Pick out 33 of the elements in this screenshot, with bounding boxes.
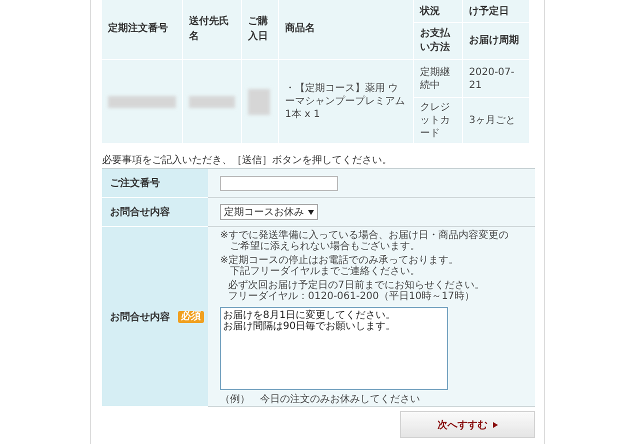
dropdown-arrow-icon [308, 210, 314, 214]
column-header: け予定日 [463, 0, 529, 22]
note-text: ご希望に添えられない場合もございます。 [229, 241, 420, 252]
field-label: お問合せ内容 [110, 310, 170, 324]
note-text: ※すでに発送準備に入っている場合、お届け日・商品内容変更の [220, 230, 508, 241]
column-header: 送付先氏名 [183, 0, 241, 59]
table-cell: ・【定期コース】薬用 ウーマシャンプープレミアム1本 x 1 [279, 60, 413, 143]
instruction-text: 必要事項をご記入いただき、［送信］ボタンを押してください。 [102, 155, 393, 168]
example-text: （例） 今日の注文のみお休みしてください [220, 392, 421, 406]
column-header: 状況 [414, 0, 462, 22]
table-cell: クレジットカード [414, 98, 462, 143]
column-header: 定期注文番号 [102, 0, 182, 59]
text-area[interactable]: お届けを8月1日に変更してください。 お届け間隔は90日毎でお願いします。 [220, 307, 448, 390]
column-header: 商品名 [279, 0, 413, 59]
note-text: 必ず次回お届け予定日の7日前までにお知らせください。 [227, 280, 484, 291]
column-header: お支払い方法 [414, 23, 462, 59]
field-label: ご注文番号 [110, 176, 160, 190]
table-cell: 3ヶ月ごと [463, 98, 529, 143]
input-field[interactable] [220, 176, 338, 190]
dropdown[interactable]: 定期コースお休み [220, 204, 318, 220]
column-header: ご購入日 [242, 0, 278, 59]
column-header: お届け周期 [463, 23, 529, 59]
required-badge: 必須 [178, 310, 204, 322]
play-arrow-icon [492, 422, 498, 428]
typed-text: お届けを8月1日に変更してください。 [223, 310, 396, 321]
typed-text: お届け間隔は90日毎でお願いします。 [223, 321, 396, 332]
field-label: お問合せ内容 [110, 205, 170, 219]
note-text: フリーダイヤル：0120-061-200（平日10時～17時） [227, 291, 474, 302]
table-cell: 2020-07-21 [463, 60, 529, 97]
note-text: ※定期コースの停止はお電話でのみ承っております。 [220, 255, 458, 266]
table-cell: 定期継続中 [414, 60, 462, 97]
note-text: 下記フリーダイヤルまでご連絡ください。 [229, 266, 420, 277]
next-button[interactable]: 次へすすむ [400, 411, 535, 438]
